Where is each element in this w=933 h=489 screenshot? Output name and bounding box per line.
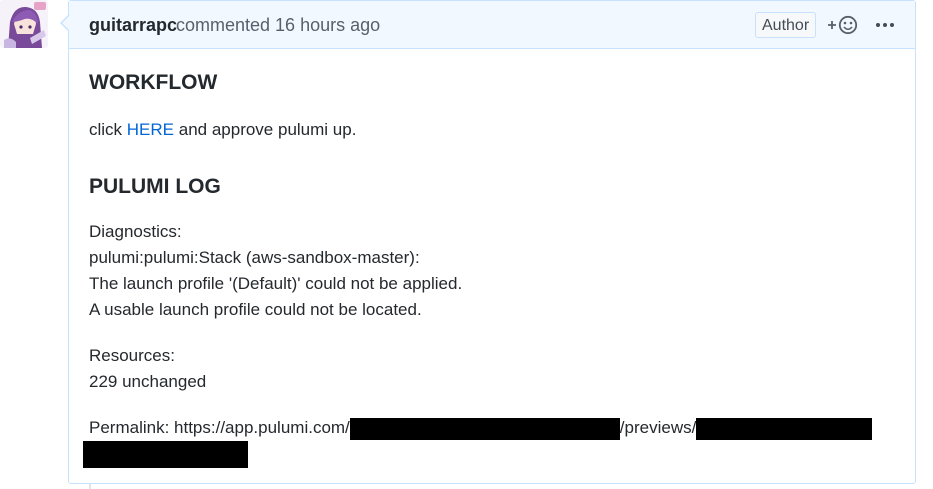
workflow-click-text: click <box>89 120 127 139</box>
comment-options-button[interactable] <box>874 13 896 37</box>
comment-author-link[interactable]: guitarrapc <box>89 15 177 36</box>
avatar[interactable] <box>0 0 48 48</box>
workflow-heading: WORKFLOW <box>89 71 218 94</box>
diagnostics-line: The launch profile '(Default)' could not… <box>89 274 463 293</box>
workflow-rest-text: and approve pulumi up. <box>174 120 357 139</box>
approve-link[interactable]: HERE <box>127 120 174 139</box>
resources-line: Resources: <box>89 346 175 365</box>
comment-box: guitarrapc commented 16 hours ago Author… <box>68 0 916 484</box>
smiley-add-icon <box>828 15 858 35</box>
permalink-label: Permalink: <box>89 418 175 437</box>
redacted-block <box>696 417 873 440</box>
redacted-block <box>83 441 248 468</box>
permalink-url-start[interactable]: https://app.pulumi.com/ <box>174 418 350 437</box>
add-reaction-button[interactable] <box>826 13 860 37</box>
permalink-url-previews[interactable]: /previews/ <box>620 418 697 437</box>
redacted-block <box>349 417 620 440</box>
diagnostics-line: Diagnostics: <box>89 222 182 241</box>
resources-block: Resources: 229 unchanged <box>89 343 206 395</box>
kebab-horizontal-icon <box>876 23 894 27</box>
permalink-line: Permalink: https://app.pulumi.com/ /previ… <box>89 415 909 441</box>
comment-timestamp[interactable]: commented 16 hours ago <box>176 15 380 36</box>
pulumi-log-heading: PULUMI LOG <box>89 175 221 198</box>
diagnostics-line: A usable launch profile could not be loc… <box>89 300 422 319</box>
timeline-line <box>89 484 91 489</box>
diagnostics-block: Diagnostics: pulumi:pulumi:Stack (aws-sa… <box>89 219 462 323</box>
comment-header: guitarrapc commented 16 hours ago Author <box>69 1 915 49</box>
comment-pointer-inner <box>62 16 69 30</box>
author-badge: Author <box>755 12 817 38</box>
resources-line: 229 unchanged <box>89 372 207 391</box>
diagnostics-line: pulumi:pulumi:Stack (aws-sandbox-master)… <box>89 248 420 267</box>
workflow-instruction: click HERE and approve pulumi up. <box>89 117 356 143</box>
avatar-image <box>0 0 48 48</box>
